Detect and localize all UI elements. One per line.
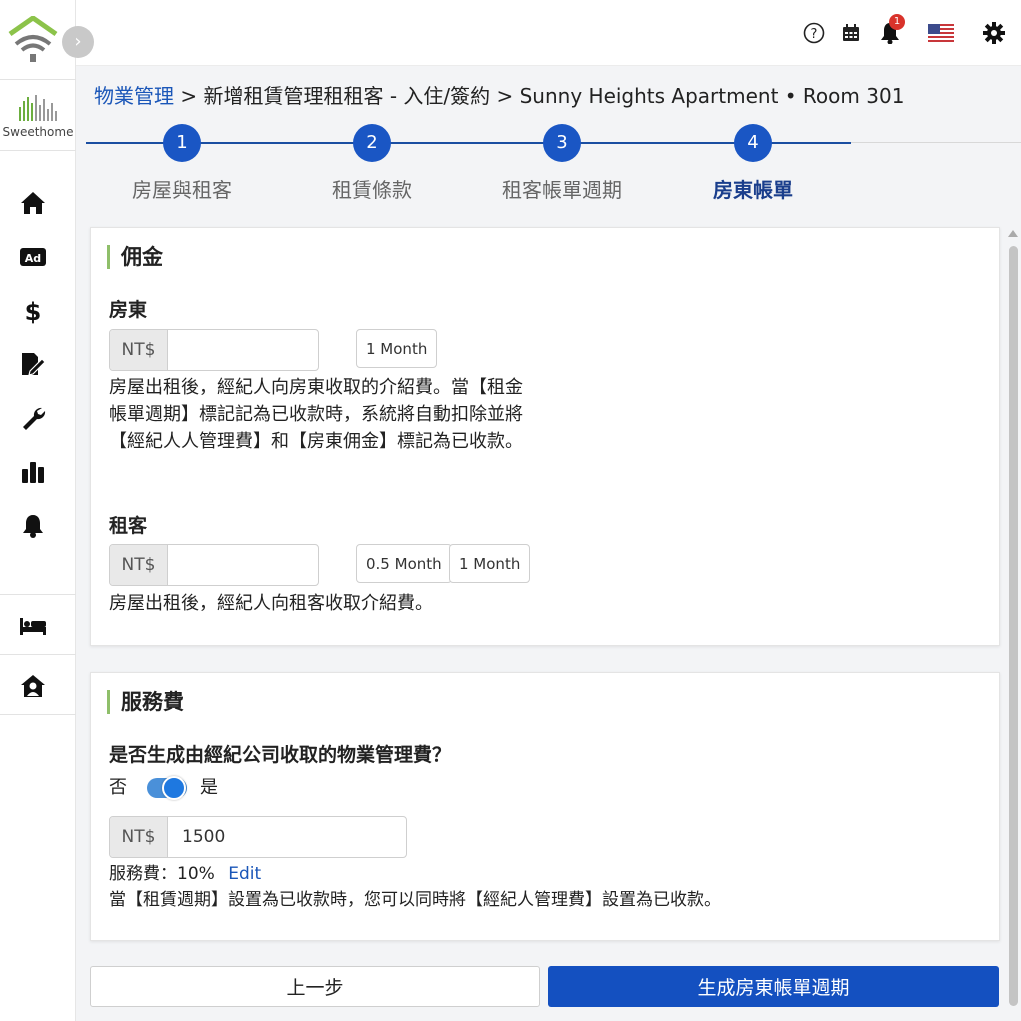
tenant-commission-description: 房屋出租後，經紀人向租客收取介紹費。: [109, 593, 433, 614]
step-1-circle[interactable]: 1: [163, 124, 201, 162]
brand: Sweethome: [0, 81, 76, 151]
help-icon[interactable]: ?: [801, 20, 827, 46]
sidebar-toggle-button[interactable]: ›: [62, 26, 94, 58]
notification-badge: 1: [889, 14, 905, 30]
svg-text:Ad: Ad: [25, 252, 41, 265]
landlord-commission-description: 房屋出租後，經紀人向房東收取的介紹費。當【租金帳單週期】標記記為已收款時，系統將…: [109, 377, 523, 452]
step-4-circle[interactable]: 4: [734, 124, 772, 162]
bell-icon[interactable]: [18, 511, 48, 541]
top-bar: ? 1: [76, 0, 1021, 66]
us-flag-icon[interactable]: [928, 20, 954, 46]
tenant-half-month-button[interactable]: 0.5 Month: [356, 544, 452, 583]
service-fee-section-title: 服務費: [107, 690, 184, 714]
step-2-label[interactable]: 租賃條款: [292, 174, 452, 203]
step-4-label[interactable]: 房東帳單: [673, 174, 833, 203]
tenant-commission-value[interactable]: [168, 545, 318, 585]
step-3-label[interactable]: 租客帳單週期: [482, 174, 642, 203]
home-icon[interactable]: [18, 188, 48, 218]
svg-text:$: $: [25, 298, 42, 324]
main-content: 物業管理 > 新增租賃管理租租客 - 入住/簽約 > Sunny Heights…: [76, 66, 1021, 1021]
service-fee-question: 是否生成由經紀公司收取的物業管理費？: [109, 744, 452, 766]
breadcrumb-root-link[interactable]: 物業管理: [94, 84, 174, 108]
calendar-icon[interactable]: [838, 20, 864, 46]
landlord-commission-value[interactable]: [168, 330, 318, 370]
service-fee-input[interactable]: NT$ 1500: [109, 816, 407, 858]
generate-landlord-billing-button[interactable]: 生成房東帳單週期: [548, 966, 999, 1007]
house-user-icon[interactable]: [18, 671, 48, 701]
service-fee-rate-line: 服務費：10% Edit: [109, 861, 261, 888]
step-2-circle[interactable]: 2: [353, 124, 391, 162]
bed-icon[interactable]: [18, 611, 48, 641]
bar-chart-icon[interactable]: [18, 457, 48, 487]
toggle-knob: [162, 776, 186, 800]
tenant-label: 租客: [109, 515, 148, 537]
ad-icon[interactable]: Ad: [18, 242, 48, 272]
toggle-on-label: 是: [200, 777, 218, 798]
wrench-icon[interactable]: [18, 403, 48, 433]
service-fee-note: 當【租賃週期】設置為已收款時，您可以同時將【經紀人管理費】設置為已收款。: [109, 890, 721, 910]
commission-card: 佣金 房東 NT$ 1 Month 房屋出租後，經紀人向房東收取的介紹費。當【租…: [90, 227, 1000, 646]
service-fee-edit-link[interactable]: Edit: [228, 864, 261, 884]
breadcrumb: 物業管理 > 新增租賃管理租租客 - 入住/簽約 > Sunny Heights…: [94, 80, 904, 109]
sidebar: › Sweethome Ad $: [0, 0, 94, 1021]
brand-name: Sweethome: [2, 125, 74, 139]
previous-step-button[interactable]: 上一步: [90, 966, 540, 1007]
scroll-up-arrow-icon[interactable]: [1008, 230, 1018, 237]
stepper-line-remaining: [851, 142, 1021, 143]
svg-text:?: ?: [811, 27, 818, 42]
scrollbar[interactable]: [1008, 230, 1018, 1016]
service-fee-rate: 服務費：10%: [109, 864, 215, 884]
commission-section-title: 佣金: [107, 245, 163, 269]
currency-prefix: NT$: [110, 817, 168, 857]
service-fee-card: 服務費 是否生成由經紀公司收取的物業管理費？ 否 是 NT$ 1500 服務費：…: [90, 672, 1000, 941]
service-fee-value[interactable]: 1500: [168, 817, 406, 857]
currency-prefix: NT$: [110, 330, 168, 370]
gear-icon[interactable]: [981, 20, 1007, 46]
notification-bell-icon[interactable]: 1: [877, 14, 905, 46]
landlord-label: 房東: [109, 299, 148, 321]
tenant-commission-input[interactable]: NT$: [109, 544, 319, 586]
landlord-commission-input[interactable]: NT$: [109, 329, 319, 371]
dollar-icon[interactable]: $: [18, 296, 48, 326]
currency-prefix: NT$: [110, 545, 168, 585]
step-1-label[interactable]: 房屋與租客: [102, 174, 262, 203]
contract-edit-icon[interactable]: [18, 349, 48, 379]
step-3-circle[interactable]: 3: [543, 124, 581, 162]
breadcrumb-path: > 新增租賃管理租租客 - 入住/簽約 > Sunny Heights Apar…: [174, 84, 905, 108]
landlord-1-month-button[interactable]: 1 Month: [356, 329, 438, 368]
brand-logo-icon: [19, 95, 57, 121]
wifi-home-icon: [8, 16, 58, 62]
scrollbar-thumb[interactable]: [1009, 246, 1018, 1006]
tenant-1-month-button[interactable]: 1 Month: [449, 544, 531, 583]
service-fee-toggle[interactable]: [147, 776, 187, 800]
toggle-off-label: 否: [109, 777, 127, 798]
